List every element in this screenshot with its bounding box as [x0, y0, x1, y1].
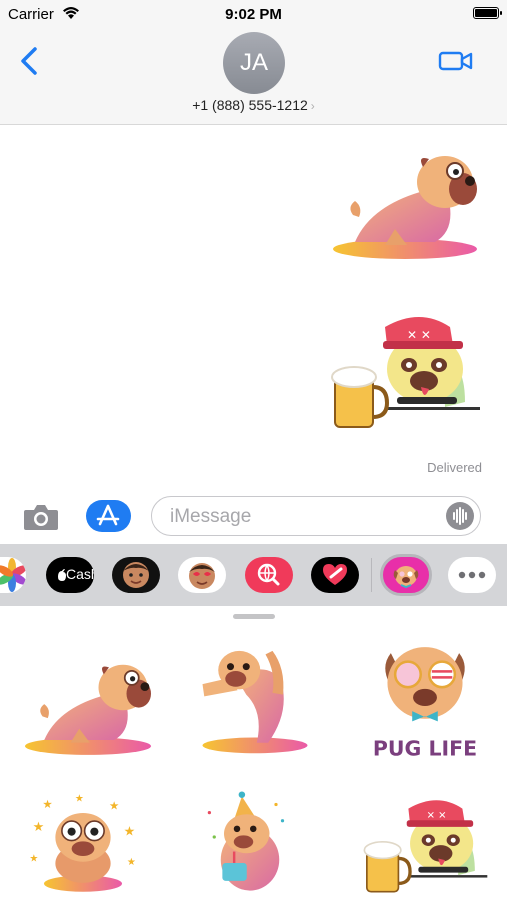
contact-phone: +1 (888) 555-1212	[192, 97, 308, 113]
chevron-right-icon: ›	[310, 99, 315, 113]
composer-bar	[0, 490, 507, 542]
stretch-pug-sticker[interactable]	[185, 638, 325, 760]
pug-life-text: PUG LIFE	[373, 736, 477, 760]
party-pug-sticker[interactable]	[185, 782, 315, 900]
pug-life-sticker[interactable]: PUG LIFE	[355, 636, 495, 764]
conversation-header: JA +1 (888) 555-1212 ›	[0, 28, 507, 125]
yoga-pug-sticker[interactable]	[18, 646, 158, 764]
pug-stickers-icon[interactable]	[380, 554, 432, 596]
apple-cash-icon[interactable]: Cash	[46, 557, 94, 593]
app-store-button[interactable]	[86, 500, 131, 532]
battery-icon	[473, 7, 502, 19]
status-bar: Carrier 9:02 PM	[0, 0, 507, 28]
more-icon[interactable]	[448, 557, 496, 593]
audio-message-button[interactable]	[446, 502, 474, 530]
drawer-grabber[interactable]	[233, 614, 275, 619]
contact-name-button[interactable]: +1 (888) 555-1212 ›	[0, 97, 507, 113]
message-field[interactable]	[151, 496, 481, 537]
waveform-icon	[453, 507, 467, 525]
memoji-stickers-icon[interactable]	[178, 557, 226, 593]
starry-pug-sticker[interactable]	[18, 786, 148, 900]
web-images-icon[interactable]	[245, 557, 293, 593]
status-time: 9:02 PM	[225, 6, 282, 23]
beer-pug-sticker-message[interactable]	[325, 307, 485, 437]
photos-icon[interactable]	[0, 557, 26, 593]
imessage-app-strip: Cash	[0, 544, 507, 606]
yoga-pug-sticker-message[interactable]	[325, 137, 485, 267]
digital-touch-icon[interactable]	[311, 557, 359, 593]
apple-cash-label: Cash	[66, 566, 94, 582]
delivered-status: Delivered	[427, 460, 482, 475]
app-store-icon	[96, 504, 120, 526]
beer-pug-sticker[interactable]	[355, 792, 495, 900]
contact-avatar[interactable]: JA	[223, 32, 285, 94]
camera-icon[interactable]	[22, 502, 60, 532]
back-chevron-icon[interactable]	[18, 46, 42, 76]
app-strip-divider	[371, 558, 372, 592]
message-input[interactable]	[168, 497, 442, 537]
sticker-drawer: PUG LIFE	[0, 606, 507, 900]
facetime-video-icon[interactable]	[438, 48, 474, 74]
message-thread	[0, 125, 507, 485]
memoji-icon[interactable]	[112, 557, 160, 593]
